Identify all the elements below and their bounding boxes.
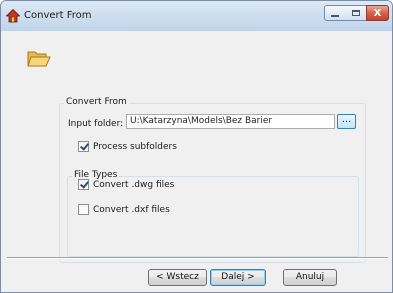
open-folder-icon — [27, 51, 51, 67]
convert-dxf-label: Convert .dxf files — [93, 204, 170, 215]
convert-dwg-checkbox[interactable]: Convert .dwg files — [78, 179, 174, 190]
close-icon: X — [373, 7, 382, 19]
checkbox-box — [78, 204, 89, 215]
title-bar[interactable]: Convert From X — [1, 1, 392, 31]
browse-button[interactable]: ... — [337, 114, 356, 129]
close-button[interactable]: X — [366, 5, 389, 21]
convert-dwg-label: Convert .dwg files — [93, 179, 175, 190]
back-button[interactable]: < Wstecz — [148, 269, 207, 286]
app-home-icon — [6, 9, 20, 23]
window-title: Convert From — [24, 10, 92, 21]
next-button[interactable]: Dalej > — [210, 269, 266, 286]
input-folder-label: Input folder: — [68, 119, 124, 129]
process-subfolders-label: Process subfolders — [93, 141, 177, 152]
input-folder-field[interactable]: U:\Katarzyna\Models\Bez Barier — [126, 114, 335, 129]
checkbox-box — [78, 179, 89, 190]
maximize-icon — [351, 10, 360, 16]
convert-dxf-checkbox[interactable]: Convert .dxf files — [78, 204, 170, 215]
dialog-content: Convert From Input folder: U:\Katarzyna\… — [7, 31, 388, 291]
minimize-button[interactable] — [324, 5, 346, 21]
maximize-button[interactable] — [345, 5, 367, 21]
process-subfolders-checkbox[interactable]: Process subfolders — [78, 141, 177, 152]
checkbox-box — [78, 141, 89, 152]
cancel-button[interactable]: Anuluj — [283, 269, 337, 286]
convert-from-legend: Convert From — [64, 97, 129, 107]
footer-separator — [7, 257, 388, 259]
minimize-icon — [331, 15, 339, 17]
dialog-window: Convert From X Convert From Input folder… — [0, 0, 393, 293]
